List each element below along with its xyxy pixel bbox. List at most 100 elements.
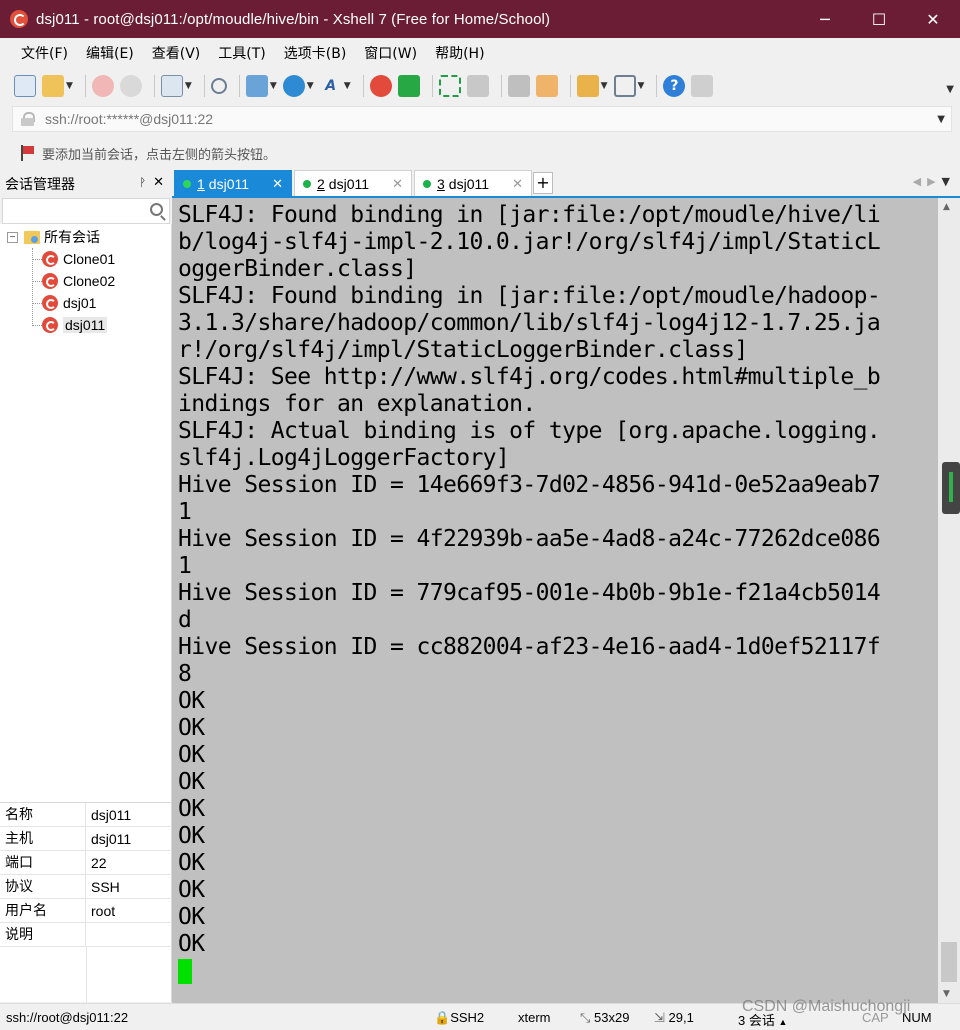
close-panel-icon[interactable]: ✕ (153, 175, 164, 190)
globe-dropdown-icon[interactable]: ▼ (307, 81, 314, 91)
session-icon (42, 251, 58, 267)
terminal-line: OK (178, 715, 205, 741)
toolbar-separator (569, 75, 571, 97)
transfer-icon[interactable] (245, 75, 268, 97)
watermark: CSDN @Maishuchongji (742, 998, 911, 1015)
scroll-down-icon[interactable]: ▼ (943, 989, 950, 999)
add-folder-dropdown-icon[interactable]: ▼ (601, 81, 608, 91)
property-value: root (91, 902, 116, 919)
session-search[interactable] (2, 198, 170, 224)
cursor-position-icon: ⇲ (654, 1010, 665, 1025)
search-icon[interactable] (150, 203, 163, 216)
lock-screen-icon[interactable] (466, 75, 489, 97)
transfer-dropdown-icon[interactable]: ▼ (270, 81, 277, 91)
menu-file[interactable]: 文件(F) (12, 43, 77, 63)
session-search-input[interactable] (7, 200, 147, 222)
toolbar-overflow-icon[interactable]: ▼ (946, 84, 954, 95)
open-folder-icon[interactable] (42, 75, 64, 97)
layout-dropdown-icon[interactable]: ▼ (638, 81, 645, 91)
tree-session-clone01[interactable]: Clone01 (42, 248, 115, 270)
tree-session-clone02[interactable]: Clone02 (42, 270, 115, 292)
hint-text: 要添加当前会话，点击左侧的箭头按钮。 (42, 147, 277, 163)
tab-close-icon[interactable]: ✕ (272, 176, 283, 192)
xftp-icon[interactable] (397, 75, 420, 97)
side-panel-toggle-icon[interactable] (942, 462, 960, 514)
properties-icon[interactable] (160, 75, 183, 97)
scroll-thumb[interactable] (941, 942, 957, 982)
xshell-app-icon[interactable] (10, 10, 28, 28)
connected-status-icon (423, 180, 431, 188)
terminal-line: Hive Session ID = 14e669f3-7d02-4856-941… (178, 472, 881, 498)
open-dropdown-icon[interactable]: ▼ (66, 81, 73, 91)
tree-session-dsj01[interactable]: dsj01 (42, 292, 96, 314)
find-icon[interactable] (210, 78, 227, 94)
xshell-icon[interactable] (369, 75, 392, 97)
terminal-line: OK (178, 688, 205, 714)
property-column-divider (86, 947, 87, 1003)
title-bar: dsj011 - root@dsj011:/opt/moudle/hive/bi… (0, 0, 960, 38)
terminal-view[interactable]: SLF4J: Found binding in [jar:file:/opt/m… (172, 198, 938, 1003)
property-value: dsj011 (91, 806, 132, 823)
font-dropdown-icon[interactable]: ▼ (344, 81, 351, 91)
status-protocol: 🔒SSH2 (434, 1010, 484, 1026)
add-session-arrow-icon[interactable] (20, 145, 34, 161)
new-session-icon[interactable] (14, 75, 36, 97)
fullscreen-icon[interactable] (438, 75, 461, 97)
toolbar-separator (203, 75, 205, 97)
session-tree: − 所有会话 Clone01 Clone02 dsj01 dsj011 (0, 224, 172, 802)
connect-icon[interactable] (91, 75, 114, 97)
terminal-scrollbar[interactable]: ▲ ▼ (938, 198, 960, 1003)
address-dropdown-icon[interactable]: ▼ (937, 114, 945, 125)
font-icon[interactable]: A (320, 75, 342, 97)
menu-tabs[interactable]: 选项卡(B) (275, 43, 356, 63)
terminal-line: oggerBinder.class] (178, 256, 417, 282)
minimize-button[interactable]: ─ (798, 0, 852, 38)
tab-list-icon[interactable]: ▼ (942, 175, 950, 188)
window-title: dsj011 - root@dsj011:/opt/moudle/hive/bi… (36, 10, 551, 28)
tab-prev-icon[interactable]: ◀ (913, 175, 927, 188)
close-button[interactable]: ✕ (906, 0, 960, 38)
window-controls: ─ ☐ ✕ (798, 0, 960, 38)
tab-label: dsj011 (448, 176, 490, 192)
scroll-up-icon[interactable]: ▲ (943, 202, 950, 212)
help-icon[interactable]: ? (663, 75, 686, 97)
tab-close-icon[interactable]: ✕ (512, 176, 523, 192)
property-row: 名称 dsj011 (0, 802, 172, 827)
menu-edit[interactable]: 编辑(E) (77, 43, 143, 63)
collapse-icon[interactable]: − (7, 231, 18, 243)
property-value: SSH (91, 878, 120, 895)
disconnect-icon[interactable] (119, 75, 142, 97)
tab-dsj011-3[interactable]: 3 dsj011 ✕ (414, 170, 532, 198)
tab-next-icon[interactable]: ▶ (927, 175, 941, 188)
toolbar-separator (153, 75, 155, 97)
property-row: 说明 (0, 922, 172, 947)
tab-dsj011-1[interactable]: 1 dsj011 ✕ (174, 170, 292, 198)
property-key: 端口 (0, 850, 86, 875)
tree-root-label: 所有会话 (44, 229, 100, 245)
address-bar[interactable]: ssh://root:******@dsj011:22 ▼ (12, 106, 952, 132)
hint-bar: 要添加当前会话，点击左侧的箭头按钮。 (0, 140, 960, 166)
layout-icon[interactable] (613, 75, 636, 97)
menu-view[interactable]: 查看(V) (143, 43, 210, 63)
tab-dsj011-2[interactable]: 2 dsj011 ✕ (294, 170, 412, 198)
globe-icon[interactable] (282, 75, 305, 97)
status-position-label: 29,1 (668, 1010, 694, 1025)
session-manager-header: 会话管理器 ᚹ ✕ (0, 170, 172, 198)
menu-window[interactable]: 窗口(W) (355, 43, 426, 63)
keyboard-icon[interactable] (507, 75, 530, 97)
menu-help[interactable]: 帮助(H) (426, 43, 493, 63)
pin-icon[interactable]: ᚹ (139, 176, 146, 189)
compose-icon[interactable] (535, 75, 558, 97)
address-value[interactable]: ssh://root:******@dsj011:22 (45, 111, 213, 127)
new-tab-button[interactable]: + (533, 172, 553, 194)
maximize-button[interactable]: ☐ (852, 0, 906, 38)
terminal-line: 1 (178, 553, 192, 579)
menu-tools[interactable]: 工具(T) (209, 43, 274, 63)
properties-dropdown-icon[interactable]: ▼ (185, 81, 192, 91)
tab-close-icon[interactable]: ✕ (392, 176, 403, 192)
tree-root[interactable]: − 所有会话 (7, 226, 100, 248)
add-folder-icon[interactable] (576, 75, 599, 97)
chat-icon[interactable] (691, 75, 714, 97)
terminal-line: b/log4j-slf4j-impl-2.10.0.jar!/org/slf4j… (178, 229, 881, 255)
tree-session-dsj011[interactable]: dsj011 (42, 314, 108, 336)
